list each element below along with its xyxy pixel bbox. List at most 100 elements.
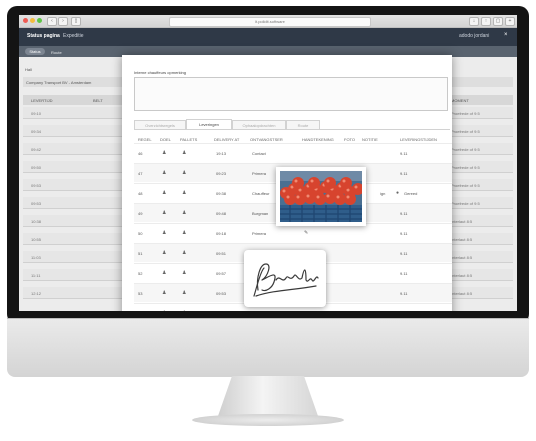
th-handtekening[interactable]: HANDTEKENING [302, 137, 334, 142]
col-moment[interactable]: MOMENT [451, 98, 469, 103]
row-receiver: Primera [252, 231, 267, 236]
pencil-icon: ✎ [304, 230, 309, 236]
row-status: 9.11 [400, 151, 408, 156]
person-icon: ♟ [162, 310, 166, 311]
row-moment: Interlaut 8:5 [451, 291, 473, 296]
th-notitie[interactable]: NOTITIE [362, 137, 378, 142]
signature-card[interactable] [244, 250, 326, 307]
tomato-highlight [336, 195, 340, 199]
th-regel[interactable]: REGEL [138, 137, 152, 142]
th-leveringstijden[interactable]: LEVERINGSTIJDEN [400, 137, 437, 142]
sidebar-icon[interactable]: ▯ [71, 17, 81, 26]
row-moment: Proefrede of 9:5 [451, 129, 480, 134]
row-regel: 52 [138, 271, 143, 276]
tomato [308, 177, 320, 189]
row-time: 10:55 [31, 237, 42, 242]
new-tab-icon[interactable]: + [505, 17, 515, 26]
status-kaart-pill[interactable]: Status Kaart [25, 48, 45, 61]
row-time: 09:10 [31, 111, 42, 116]
row-delivery-time: 09:53 [216, 291, 227, 296]
delivery-row[interactable]: 46 ♟ ♟ 19:13 Contact 9.11 [134, 143, 452, 162]
row-regel: 51 [138, 251, 143, 256]
row-moment: Interlaut 8:5 [451, 255, 473, 260]
browser-titlebar: ‹ › ▯ lt.polldit.software ↓ ↑ ▢ + [19, 15, 517, 28]
tabs-icon[interactable]: ▢ [493, 17, 503, 26]
tomato-highlight [342, 179, 346, 183]
col-belt[interactable]: BELT [93, 98, 103, 103]
row-receiver: Contact [252, 151, 266, 156]
th-pallets[interactable]: PALLETS [180, 137, 197, 142]
tomato-highlight [346, 195, 350, 199]
url-bar[interactable]: lt.polldit.software [169, 17, 371, 27]
row-status: 9.11 [400, 231, 408, 236]
tomato-highlight [306, 194, 310, 198]
row-regel: 50 [138, 231, 143, 236]
row-regel: 53 [138, 291, 143, 296]
row-time: 09:53 [31, 201, 42, 206]
share-icon[interactable]: ↑ [481, 17, 491, 26]
tomato-highlight [316, 195, 320, 199]
tomato-highlight [286, 195, 290, 199]
monitor-stand-foot [192, 414, 344, 426]
row-notitie: ign [380, 191, 386, 196]
person-icon: ♟ [182, 250, 187, 256]
row-moment: Proefrede of 9:5 [451, 201, 480, 206]
remark-label: Interne chauffeurs opmerking [134, 70, 186, 75]
row-moment: Proefrede of 9:5 [451, 111, 480, 116]
th-delivery-at[interactable]: DELIVERY AT [214, 137, 239, 142]
maximize-dot-icon[interactable] [37, 18, 42, 23]
row-time: 11:11 [31, 273, 41, 278]
forward-icon[interactable]: › [58, 17, 68, 26]
person-icon: ♟ [182, 270, 187, 276]
th-ontvangstser[interactable]: ONTVANGSTSER [250, 137, 283, 142]
person-icon: ♟ [162, 250, 167, 256]
person-icon: ♟ [182, 190, 187, 196]
delivery-photo-card[interactable] [276, 167, 366, 226]
close-icon[interactable]: × [504, 32, 508, 38]
close-dot-icon[interactable] [23, 18, 28, 23]
route-tab[interactable]: Route [51, 50, 62, 55]
row-time: 09:53 [31, 183, 42, 188]
row-delivery-time: 09:48 [216, 211, 227, 216]
row-receiver: Primera [252, 171, 267, 176]
tomato-crate-photo [280, 171, 362, 222]
app-top-nav: Status pagina Expeditie adodo jordani × [19, 28, 517, 46]
person-icon: ♟ [182, 290, 187, 296]
row-time: 09:34 [31, 129, 42, 134]
nav-status-pagina[interactable]: Status pagina [27, 33, 60, 39]
download-icon[interactable]: ↓ [469, 17, 479, 26]
row-status: Gereed [404, 191, 418, 196]
col-levertijd[interactable]: LEVERTIJD [31, 98, 53, 103]
nav-expeditie[interactable]: Expeditie [63, 33, 84, 39]
person-icon: ♟ [162, 230, 167, 236]
monitor-stand-neck [218, 376, 318, 416]
person-icon: ♟ [182, 170, 187, 176]
remark-textarea[interactable] [134, 77, 448, 111]
tomato-highlight [294, 179, 298, 183]
person-icon: ♟ [162, 290, 167, 296]
back-icon[interactable]: ‹ [47, 17, 57, 26]
person-icon: ♟ [182, 210, 187, 216]
tomato [340, 177, 352, 189]
monitor-chin [7, 318, 529, 377]
row-delivery-time: 09:18 [216, 231, 227, 236]
row-moment: Proefrede of 9:5 [451, 183, 480, 188]
th-doel[interactable]: DOEL [160, 137, 171, 142]
tomato-highlight [346, 188, 350, 192]
person-icon: ♟ [182, 230, 187, 236]
tomato-highlight [326, 179, 330, 183]
th-foto[interactable]: FOTO [344, 137, 355, 142]
person-icon: ♟ [162, 150, 167, 156]
tomato [292, 177, 304, 189]
row-delivery-time: 09:51 [216, 251, 227, 256]
tomato [324, 177, 336, 189]
row-regel: 49 [138, 211, 143, 216]
row-receiver: Chauffeur [252, 191, 270, 196]
tomato [344, 193, 356, 205]
row-time: 09:50 [31, 165, 42, 170]
tomato-highlight [310, 179, 314, 183]
row-delivery-time: 09:23 [216, 171, 227, 176]
person-icon: ♟ [182, 310, 186, 311]
user-name[interactable]: adodo jordani [459, 33, 489, 39]
minimize-dot-icon[interactable] [30, 18, 35, 23]
